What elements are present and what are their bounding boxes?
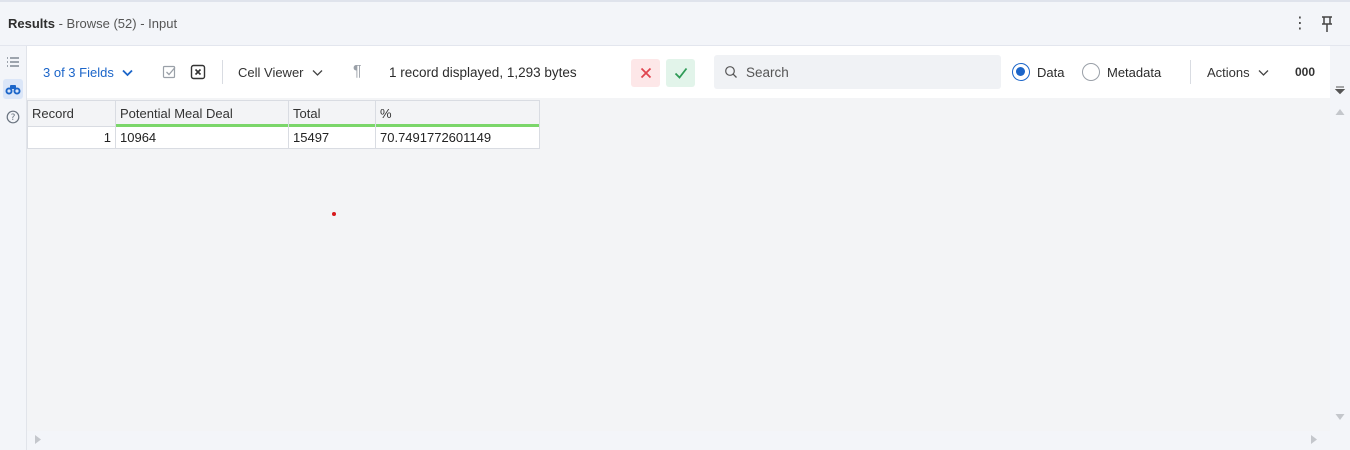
- left-rail: ?: [0, 46, 27, 450]
- search-icon: [725, 66, 737, 78]
- results-toolbar: 3 of 3 Fields Cell Viewer ¶ 1 record dis…: [27, 46, 1350, 98]
- toolbar-divider: [222, 60, 223, 84]
- data-radio-button[interactable]: [1012, 63, 1030, 81]
- metadata-radio-option[interactable]: Metadata: [1082, 46, 1161, 98]
- column-header-percent[interactable]: %: [375, 100, 540, 128]
- cell-percent[interactable]: 70.7491772601149: [375, 126, 540, 149]
- scrollbar-corner: [1330, 431, 1350, 450]
- kebab-menu-icon[interactable]: ⋮: [1292, 14, 1308, 34]
- toolbar-divider: [1190, 60, 1191, 84]
- help-icon[interactable]: ?: [3, 107, 23, 127]
- chevron-down-icon: [122, 65, 133, 80]
- svg-text:?: ?: [11, 113, 16, 123]
- scroll-left-arrow-icon[interactable]: [35, 435, 41, 444]
- toolbar-scroll-area: [1330, 46, 1350, 98]
- search-box: [714, 55, 1001, 89]
- deselect-all-icon[interactable]: [189, 46, 207, 98]
- cell-potential-meal-deal[interactable]: 10964: [115, 126, 289, 149]
- actions-label: Actions: [1207, 64, 1250, 80]
- column-header-record[interactable]: Record: [27, 100, 116, 127]
- cell-total[interactable]: 15497: [288, 126, 376, 149]
- results-title-bar: Results - Browse (52) - Input ⋮: [0, 0, 1350, 46]
- pin-icon[interactable]: [1319, 14, 1335, 34]
- cell-viewer-label: Cell Viewer: [238, 64, 304, 80]
- overflow-menu-button[interactable]: 000: [1295, 46, 1315, 98]
- scroll-up-arrow-icon[interactable]: [1335, 109, 1345, 115]
- pilcrow-icon[interactable]: ¶: [353, 46, 362, 98]
- vertical-scrollbar[interactable]: [1330, 98, 1350, 431]
- apply-filter-button[interactable]: [666, 59, 695, 87]
- record-count-status: 1 record displayed, 1,293 bytes: [389, 64, 577, 80]
- check-icon: [674, 67, 687, 79]
- binoculars-icon[interactable]: [3, 79, 23, 99]
- results-table: Record Potential Meal Deal Total % 1 109…: [27, 100, 540, 149]
- window-title-sub: - Browse (52) - Input: [54, 16, 178, 31]
- scroll-right-arrow-icon[interactable]: [1311, 435, 1317, 444]
- window-title: Results - Browse (52) - Input: [8, 16, 177, 31]
- data-radio-option[interactable]: Data: [1012, 46, 1064, 98]
- cell-record[interactable]: 1: [27, 126, 116, 149]
- close-icon: [640, 67, 651, 79]
- search-input[interactable]: [746, 64, 986, 80]
- scroll-end-icon[interactable]: [1330, 46, 1350, 98]
- horizontal-scrollbar[interactable]: [27, 431, 1330, 450]
- cancel-filter-button[interactable]: [631, 59, 660, 87]
- chevron-down-icon: [1258, 65, 1269, 80]
- table-row[interactable]: 1 10964 15497 70.7491772601149: [27, 126, 540, 149]
- fields-dropdown[interactable]: 3 of 3 Fields: [43, 46, 133, 98]
- chevron-down-icon: [312, 65, 323, 80]
- data-radio-label: Data: [1037, 64, 1065, 80]
- column-header-potential-meal-deal[interactable]: Potential Meal Deal: [115, 100, 289, 128]
- window-title-main: Results: [8, 16, 55, 31]
- actions-dropdown[interactable]: Actions: [1207, 46, 1269, 98]
- cursor-marker: [332, 212, 336, 216]
- results-grid-area: Record Potential Meal Deal Total % 1 109…: [27, 98, 1330, 431]
- scroll-down-arrow-icon[interactable]: [1335, 414, 1345, 420]
- fields-label: 3 of 3 Fields: [43, 64, 114, 80]
- select-all-checkbox-icon[interactable]: [161, 46, 179, 98]
- metadata-radio-label: Metadata: [1107, 64, 1162, 80]
- metadata-radio-button[interactable]: [1082, 63, 1100, 81]
- column-header-total[interactable]: Total: [288, 100, 376, 128]
- cell-viewer-dropdown[interactable]: Cell Viewer: [238, 46, 323, 98]
- list-icon[interactable]: [3, 52, 23, 72]
- table-header-row: Record Potential Meal Deal Total %: [27, 100, 540, 128]
